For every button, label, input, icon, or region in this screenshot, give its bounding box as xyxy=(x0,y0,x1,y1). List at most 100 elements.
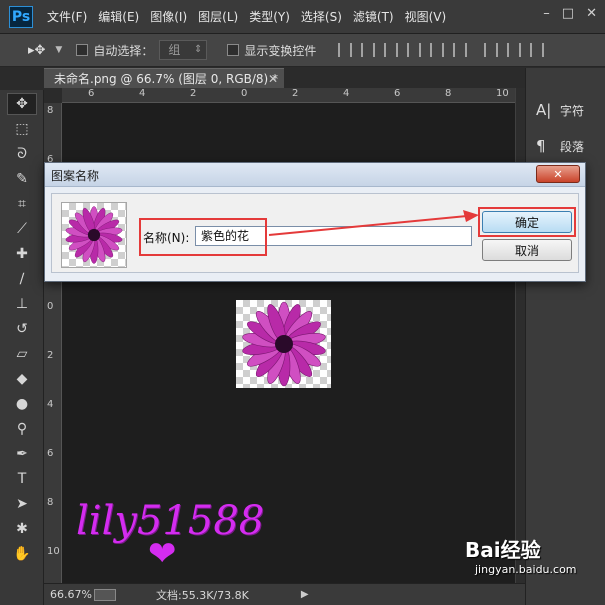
character-label: 字符 xyxy=(560,103,585,118)
window-controls: – □ ✕ xyxy=(543,6,597,21)
move-tool-preset-icon[interactable]: ▸✥ xyxy=(28,43,45,58)
thumbnail-flower-graphic xyxy=(65,206,123,264)
align-right-icon[interactable] xyxy=(453,43,468,57)
ruler-top-tick: 6 xyxy=(394,88,401,99)
flower-center xyxy=(87,228,101,242)
quick-select-tool-icon[interactable]: ✎ xyxy=(7,168,37,190)
ruler-top-tick: 8 xyxy=(445,88,452,99)
minimize-icon[interactable]: – xyxy=(543,6,550,21)
ruler-left-tick: 8 xyxy=(47,497,54,508)
menu-edit[interactable]: 编辑(E) xyxy=(98,8,139,25)
ruler-left-tick: 8 xyxy=(47,105,54,116)
paint-bucket-tool-icon[interactable]: ◆ xyxy=(7,368,37,390)
ruler-left-tick: 10 xyxy=(47,546,60,557)
status-info-icon[interactable] xyxy=(94,588,116,601)
status-menu-arrow-icon[interactable]: ▶ xyxy=(301,589,309,600)
menu-file[interactable]: 文件(F) xyxy=(47,8,87,25)
auto-select-checkbox[interactable] xyxy=(76,44,89,56)
align-bottom-icon[interactable] xyxy=(384,43,399,57)
document-tab-title: 未命名.png @ 66.7% (图层 0, RGB/8) * xyxy=(54,72,279,86)
dialog-close-button[interactable]: ✕ xyxy=(536,165,580,183)
cancel-button[interactable]: 取消 xyxy=(482,239,572,261)
move-tool-icon[interactable]: ✥ xyxy=(7,93,37,115)
hand-tool-icon[interactable]: ✋ xyxy=(7,543,37,565)
dialog-titlebar[interactable]: 图案名称 ✕ xyxy=(45,163,585,187)
menu-view[interactable]: 视图(V) xyxy=(405,8,447,25)
annotation-highlight-name xyxy=(139,218,267,256)
ruler-top-tick: 10 xyxy=(496,88,509,99)
ruler-top-tick: 0 xyxy=(241,88,248,99)
menu-type[interactable]: 类型(Y) xyxy=(249,8,290,25)
ruler-top-tick: 6 xyxy=(88,88,95,99)
menu-filter[interactable]: 滤镜(T) xyxy=(353,8,394,25)
align-left-icon[interactable] xyxy=(407,43,422,57)
close-icon[interactable]: ✕ xyxy=(586,6,597,21)
align-hcenter-icon[interactable] xyxy=(430,43,445,57)
align-buttons xyxy=(338,43,553,57)
type-tool-icon[interactable]: T xyxy=(7,468,37,490)
menu-image[interactable]: 图像(I) xyxy=(150,8,187,25)
ruler-top-tick: 2 xyxy=(292,88,299,99)
lasso-tool-icon[interactable]: ᘐ xyxy=(7,143,37,165)
dialog-body: 名称(N): 紫色的花 确定 取消 xyxy=(51,193,579,273)
healing-brush-tool-icon[interactable]: ✚ xyxy=(7,243,37,265)
crop-tool-icon[interactable]: ⌗ xyxy=(7,193,37,215)
menu-select[interactable]: 选择(S) xyxy=(301,8,342,25)
dodge-tool-icon[interactable]: ⚲ xyxy=(7,418,37,440)
chevron-down-icon[interactable]: ▼ xyxy=(55,45,62,55)
menu-bar: Ps 文件(F) 编辑(E) 图像(I) 图层(L) 类型(Y) 选择(S) 滤… xyxy=(0,0,605,34)
ruler-top-tick: 4 xyxy=(343,88,350,99)
status-bar: 66.67% 文档:55.3K/73.8K ▶ xyxy=(44,583,525,605)
ruler-left-tick: 4 xyxy=(47,399,54,410)
show-transform-label: 显示变换控件 xyxy=(244,43,317,58)
history-brush-tool-icon[interactable]: ↺ xyxy=(7,318,37,340)
right-panel: A| 字符 ¶ 段落 xyxy=(525,68,605,605)
pen-tool-icon[interactable]: ✒ xyxy=(7,443,37,465)
eraser-tool-icon[interactable]: ▱ xyxy=(7,343,37,365)
menu-layer[interactable]: 图层(L) xyxy=(198,8,238,25)
ruler-top-tick: 4 xyxy=(139,88,146,99)
align-vcenter-icon[interactable] xyxy=(361,43,376,57)
paragraph-label: 段落 xyxy=(560,139,585,154)
distribute-top-icon[interactable] xyxy=(484,43,499,57)
annotation-highlight-ok xyxy=(478,207,576,237)
options-bar: ▸✥ ▼ 自动选择： 组 显示变换控件 xyxy=(0,34,605,67)
blur-tool-icon[interactable]: ● xyxy=(7,393,37,415)
eyedropper-tool-icon[interactable]: ⟋ xyxy=(7,218,37,240)
auto-select-dropdown[interactable]: 组 xyxy=(159,40,208,60)
ruler-left-tick: 6 xyxy=(47,448,54,459)
tools-panel: ✥ ⬚ ᘐ ✎ ⌗ ⟋ ✚ ∕ ⊥ ↺ ▱ ◆ ● ⚲ ✒ T ➤ ✱ ✋ xyxy=(0,90,44,605)
flower-graphic xyxy=(242,301,326,387)
distribute-vcenter-icon[interactable] xyxy=(507,43,522,57)
marquee-tool-icon[interactable]: ⬚ xyxy=(7,118,37,140)
baidu-jingyan-url: jingyan.baidu.com xyxy=(475,563,577,576)
paragraph-icon: ¶ xyxy=(536,137,546,155)
ruler-left-tick: 2 xyxy=(47,350,54,361)
auto-select-label: 自动选择： xyxy=(93,43,154,58)
show-transform-checkbox[interactable] xyxy=(227,44,240,56)
document-tab[interactable]: 未命名.png @ 66.7% (图层 0, RGB/8) * ✕ xyxy=(44,68,284,88)
shape-tool-icon[interactable]: ✱ xyxy=(7,518,37,540)
pattern-name-dialog: 图案名称 ✕ 名称(N): 紫色的花 确定 取消 xyxy=(44,162,586,282)
zoom-level[interactable]: 66.67% xyxy=(50,588,94,601)
character-panel-button[interactable]: A| 字符 xyxy=(536,96,605,124)
pattern-thumbnail xyxy=(61,202,127,268)
character-icon: A| xyxy=(536,101,552,119)
path-select-tool-icon[interactable]: ➤ xyxy=(7,493,37,515)
flower-center xyxy=(275,335,293,353)
restore-icon[interactable]: □ xyxy=(562,6,574,21)
ruler-top-tick: 2 xyxy=(190,88,197,99)
annotation-arrow xyxy=(268,210,479,236)
paragraph-panel-button[interactable]: ¶ 段落 xyxy=(536,132,605,160)
document-size: 文档:55.3K/73.8K xyxy=(156,588,249,602)
photoshop-logo: Ps xyxy=(9,5,33,28)
align-top-icon[interactable] xyxy=(338,43,353,57)
ruler-left-tick: 0 xyxy=(47,301,54,312)
clone-stamp-tool-icon[interactable]: ⊥ xyxy=(7,293,37,315)
distribute-bottom-icon[interactable] xyxy=(530,43,545,57)
baidu-jingyan-logo: Bai经验 xyxy=(465,538,541,562)
dialog-title: 图案名称 xyxy=(51,169,100,183)
ruler-top: 6 4 2 0 2 4 6 8 10 xyxy=(62,88,515,103)
tab-close-icon[interactable]: ✕ xyxy=(268,69,278,89)
brush-tool-icon[interactable]: ∕ xyxy=(7,268,37,290)
